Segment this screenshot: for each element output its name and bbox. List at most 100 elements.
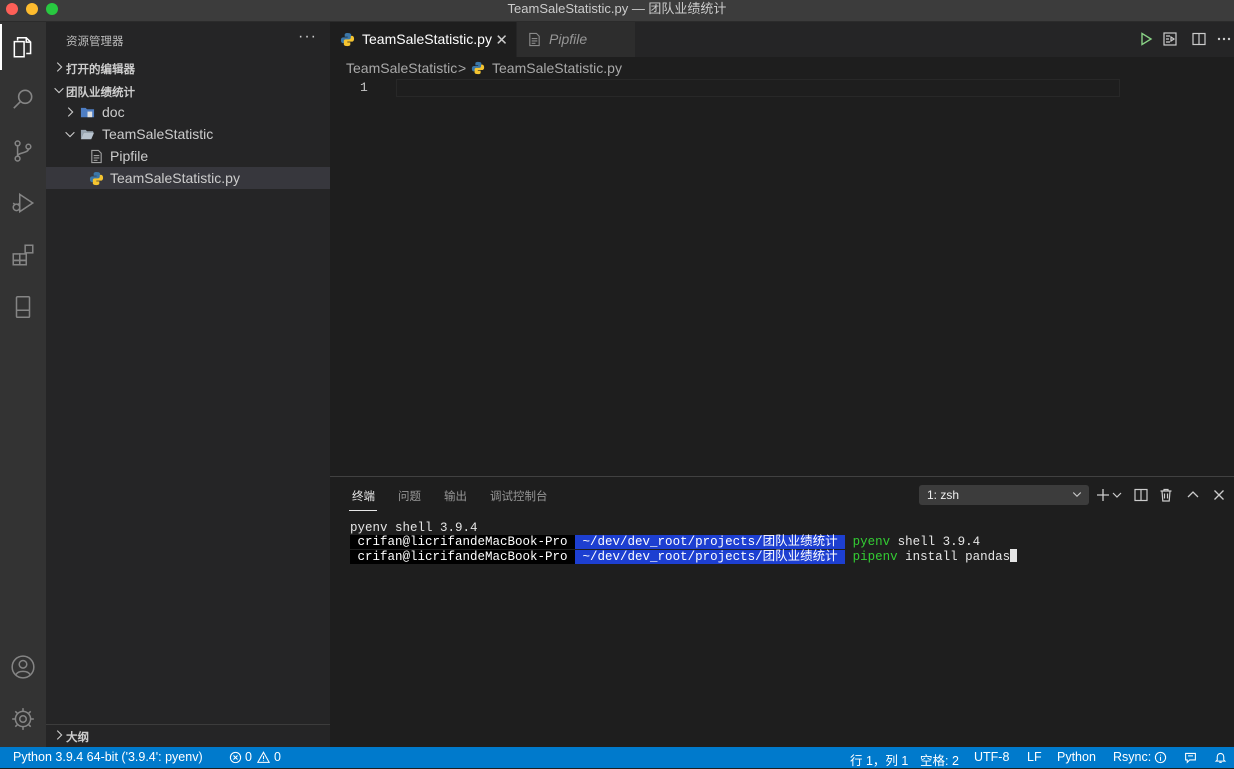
more-actions-button[interactable]: ··· bbox=[298, 28, 317, 46]
activity-remote-explorer[interactable] bbox=[0, 284, 46, 330]
tree-item-doc[interactable]: doc bbox=[46, 101, 330, 123]
open-editors-label: 打开的编辑器 bbox=[66, 64, 135, 76]
prompt-path: ~/dev/dev_root/projects/团队业绩统计 bbox=[575, 535, 846, 549]
files-icon bbox=[13, 37, 32, 58]
terminal-args: shell 3.9.4 bbox=[890, 535, 981, 549]
activity-manage[interactable] bbox=[0, 696, 46, 742]
python-icon bbox=[89, 171, 104, 186]
error-icon[interactable] bbox=[229, 751, 242, 764]
terminal-line: crifan@licrifandeMacBook-Pro ~/dev/dev_r… bbox=[350, 549, 1018, 564]
python-icon bbox=[471, 61, 485, 75]
language-mode[interactable]: Python bbox=[1057, 750, 1096, 764]
tab-label: TeamSaleStatistic.py bbox=[362, 31, 492, 47]
breadcrumb-separator: > bbox=[458, 60, 467, 76]
indentation[interactable]: 空格: 2 bbox=[920, 750, 959, 769]
tree-item-teamsalestatistic-py[interactable]: TeamSaleStatistic.py bbox=[46, 167, 330, 189]
encoding[interactable]: UTF-8 bbox=[974, 750, 1009, 764]
tree-item-label: doc bbox=[102, 104, 125, 120]
activity-explorer[interactable] bbox=[0, 24, 46, 70]
editor-actions bbox=[1124, 22, 1234, 57]
breadcrumb-file[interactable]: TeamSaleStatistic.py bbox=[492, 60, 622, 76]
window-title: TeamSaleStatistic.py — 团队业绩统计 bbox=[507, 1, 727, 16]
code-editor[interactable]: 1 bbox=[330, 79, 1234, 476]
error-count[interactable]: 0 bbox=[245, 750, 252, 764]
panel-tab-output[interactable]: 输出 bbox=[444, 488, 467, 504]
current-line-highlight bbox=[396, 79, 1120, 97]
editor-tab-bar: TeamSaleStatistic.py ✕ Pipfile bbox=[330, 22, 1234, 57]
panel-tab-debug-console[interactable]: 调试控制台 bbox=[490, 488, 548, 504]
warning-count[interactable]: 0 bbox=[274, 750, 281, 764]
warning-icon[interactable] bbox=[257, 751, 270, 764]
sidebar-header: 资源管理器 ··· bbox=[46, 22, 330, 58]
terminal-command: pipenv bbox=[852, 550, 898, 564]
split-editor-icon[interactable] bbox=[1191, 31, 1207, 47]
trash-icon[interactable] bbox=[1158, 487, 1174, 503]
panel-tab-terminal[interactable]: 终端 bbox=[352, 488, 375, 504]
end-of-line[interactable]: LF bbox=[1027, 750, 1042, 764]
chevron-down-icon bbox=[54, 87, 64, 94]
terminal-command: pyenv bbox=[852, 535, 891, 549]
bottom-panel: 终端 问题 输出 调试控制台 1: zsh pyenv shell 3.9.4 … bbox=[330, 476, 1234, 747]
tree-item-pipfile[interactable]: Pipfile bbox=[46, 145, 330, 167]
rsync-status[interactable]: Rsync: bbox=[1113, 750, 1151, 764]
python-interpreter[interactable]: Python 3.9.4 64-bit ('3.9.4': pyenv) bbox=[13, 750, 203, 764]
chevron-down-icon bbox=[1072, 492, 1082, 498]
terminal-select[interactable]: 1: zsh bbox=[919, 485, 1089, 505]
source-control-icon bbox=[14, 140, 32, 162]
outline-section[interactable]: 大纲 bbox=[46, 725, 330, 747]
tree-item-teamsalestatistic-folder[interactable]: TeamSaleStatistic bbox=[46, 123, 330, 145]
panel-tab-problems[interactable]: 问题 bbox=[398, 488, 421, 504]
tab-teamsalestatistic-py[interactable]: TeamSaleStatistic.py ✕ bbox=[330, 22, 516, 57]
run-icon[interactable] bbox=[1138, 31, 1154, 47]
close-icon[interactable] bbox=[1211, 487, 1227, 503]
search-icon bbox=[13, 89, 33, 109]
tree-item-label: TeamSaleStatistic.py bbox=[110, 170, 240, 186]
terminal-output[interactable]: pyenv shell 3.9.4 crifan@licrifandeMacBo… bbox=[350, 521, 1018, 591]
activity-source-control[interactable] bbox=[0, 128, 46, 174]
terminal-line: crifan@licrifandeMacBook-Pro ~/dev/dev_r… bbox=[350, 535, 980, 549]
activity-run-debug[interactable] bbox=[0, 180, 46, 226]
gear-icon bbox=[12, 708, 34, 730]
workspace-section[interactable]: 团队业绩统计 bbox=[46, 80, 330, 102]
bell-icon[interactable] bbox=[1214, 751, 1227, 764]
tree-item-label: TeamSaleStatistic bbox=[102, 126, 214, 142]
open-preview-icon[interactable] bbox=[1162, 31, 1178, 47]
extensions-icon bbox=[12, 244, 34, 266]
remote-explorer-icon bbox=[15, 295, 31, 319]
breadcrumb-folder[interactable]: TeamSaleStatistic bbox=[346, 60, 457, 76]
terminal-select-value: 1: zsh bbox=[927, 488, 960, 502]
breadcrumb: TeamSaleStatistic > TeamSaleStatistic.py bbox=[330, 57, 1234, 79]
title-bar: TeamSaleStatistic.py — 团队业绩统计 bbox=[0, 0, 1234, 22]
new-terminal-icon[interactable] bbox=[1095, 487, 1111, 503]
activity-accounts[interactable] bbox=[0, 644, 46, 690]
prompt-user: crifan@licrifandeMacBook-Pro bbox=[350, 535, 576, 549]
terminal-cursor bbox=[1010, 549, 1018, 562]
activity-search[interactable] bbox=[0, 76, 46, 122]
close-tab-button[interactable]: ✕ bbox=[495, 31, 508, 49]
python-icon bbox=[340, 32, 355, 47]
info-icon[interactable] bbox=[1154, 751, 1167, 764]
run-debug-icon bbox=[12, 192, 35, 214]
file-lines-icon bbox=[91, 149, 102, 164]
split-terminal-icon[interactable] bbox=[1133, 487, 1149, 503]
outline-label: 大纲 bbox=[66, 732, 89, 744]
open-editors-section[interactable]: 打开的编辑器 bbox=[46, 57, 330, 79]
status-bar: Python 3.9.4 64-bit ('3.9.4': pyenv) 0 0… bbox=[0, 747, 1234, 768]
folder-open-icon bbox=[80, 129, 95, 140]
active-tab-indicator bbox=[349, 510, 377, 511]
tab-label: Pipfile bbox=[549, 31, 588, 47]
prompt-path: ~/dev/dev_root/projects/团队业绩统计 bbox=[575, 550, 846, 564]
tab-pipfile[interactable]: Pipfile bbox=[517, 22, 635, 57]
doc-folder-icon bbox=[80, 107, 95, 118]
cursor-position[interactable]: 行 1，列 1 bbox=[850, 750, 908, 769]
chevron-right-icon bbox=[56, 62, 63, 72]
chevron-up-icon[interactable] bbox=[1185, 487, 1201, 503]
workspace-label: 团队业绩统计 bbox=[66, 87, 135, 99]
chevron-down-icon[interactable] bbox=[1112, 487, 1122, 503]
account-icon bbox=[11, 655, 35, 679]
chevron-right-icon bbox=[56, 730, 63, 740]
activity-extensions[interactable] bbox=[0, 232, 46, 278]
feedback-icon[interactable] bbox=[1184, 751, 1197, 764]
more-actions-icon[interactable] bbox=[1216, 31, 1232, 47]
tree-item-label: Pipfile bbox=[110, 148, 149, 164]
